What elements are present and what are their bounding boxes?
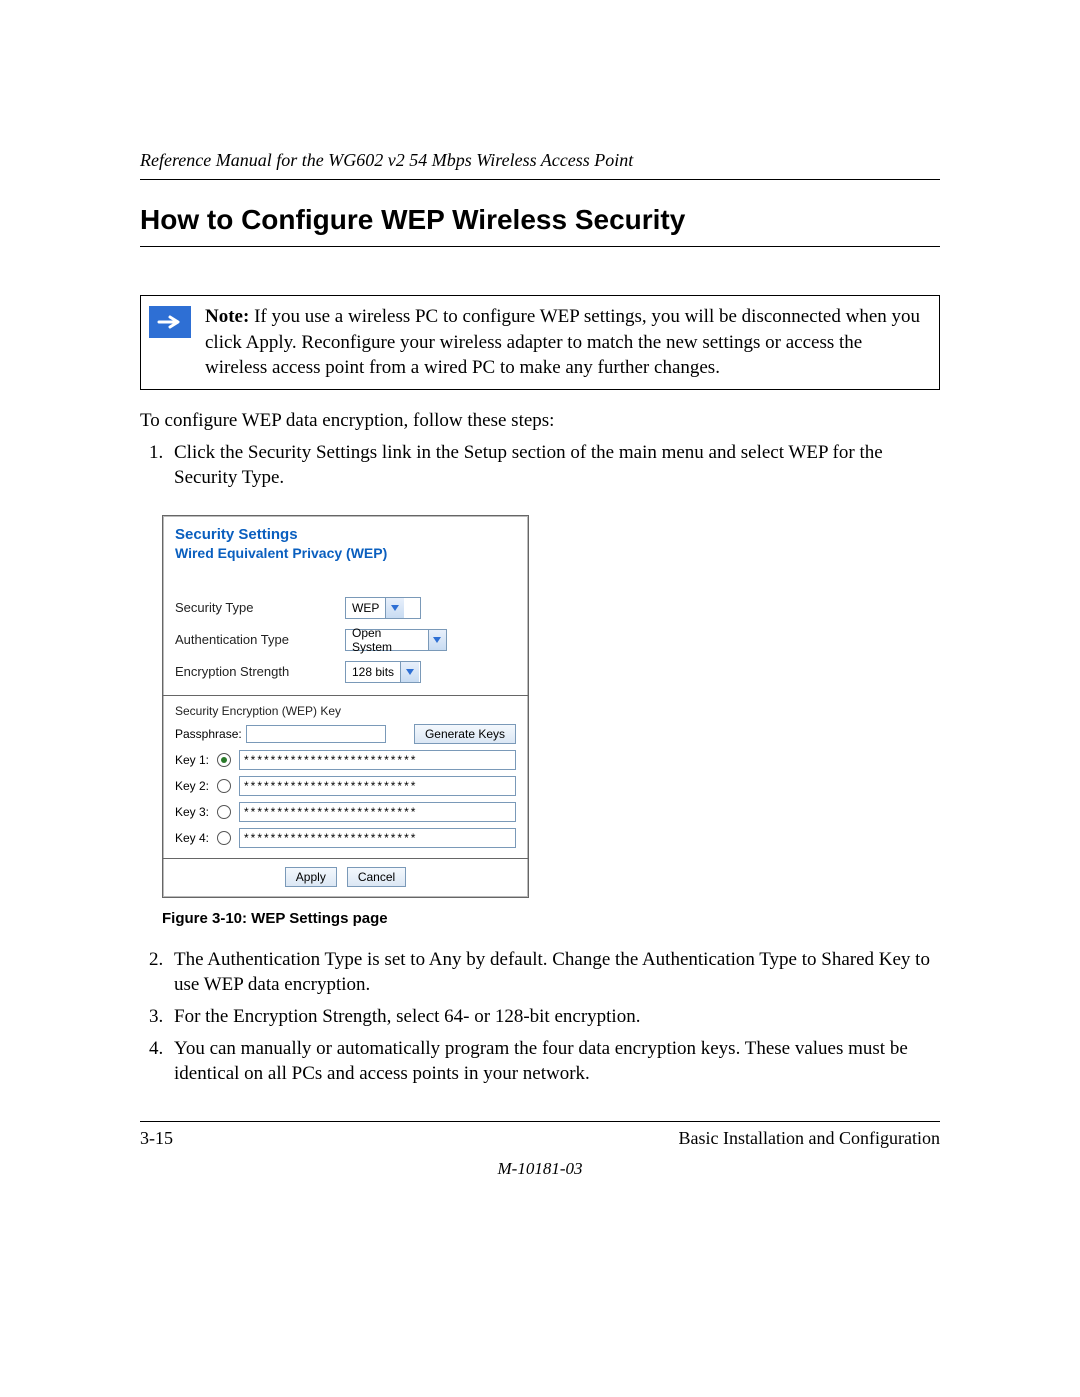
chevron-down-icon[interactable] [400,662,419,682]
security-type-value: WEP [346,601,385,615]
step-4: You can manually or automatically progra… [168,1036,940,1087]
passphrase-label: Passphrase: [175,727,242,741]
arrow-right-icon [149,306,191,338]
auth-type-value: Open System [346,626,428,654]
cancel-button[interactable]: Cancel [347,867,406,887]
enc-strength-label: Encryption Strength [175,664,345,679]
key2-label: Key 2: [175,779,215,793]
note-body: If you use a wireless PC to configure WE… [205,306,920,378]
section-title: How to Configure WEP Wireless Security [140,204,940,247]
key2-radio[interactable] [217,779,231,793]
key4-radio[interactable] [217,831,231,845]
note-text: Note: If you use a wireless PC to config… [205,304,927,381]
footer-rule [140,1121,940,1122]
security-type-select[interactable]: WEP [345,597,421,619]
sec-key-label: Security Encryption (WEP) Key [175,704,516,718]
key3-input[interactable] [239,802,516,822]
note-label: Note: [205,306,249,327]
step-3: For the Encryption Strength, select 64- … [168,1004,940,1030]
key4-input[interactable] [239,828,516,848]
steps-list-cont: The Authentication Type is set to Any by… [140,947,940,1087]
enc-strength-select[interactable]: 128 bits [345,661,421,683]
page-number: 3-15 [140,1128,173,1149]
step-2: The Authentication Type is set to Any by… [168,947,940,998]
key1-input[interactable] [239,750,516,770]
auth-type-select[interactable]: Open System [345,629,447,651]
intro-text: To configure WEP data encryption, follow… [140,408,940,434]
passphrase-input[interactable] [246,725,386,743]
wep-settings-panel: Security Settings Wired Equivalent Priva… [162,515,529,898]
key1-label: Key 1: [175,753,215,767]
auth-type-label: Authentication Type [175,632,345,647]
panel-subtitle: Wired Equivalent Privacy (WEP) [175,545,516,561]
step-1: Click the Security Settings link in the … [168,440,940,491]
chapter-title: Basic Installation and Configuration [679,1128,940,1149]
chevron-down-icon[interactable] [428,630,446,650]
security-type-label: Security Type [175,600,345,615]
steps-list: Click the Security Settings link in the … [140,440,940,491]
divider [163,695,528,696]
document-id: M-10181-03 [140,1159,940,1179]
running-header: Reference Manual for the WG602 v2 54 Mbp… [140,150,940,180]
enc-strength-value: 128 bits [346,665,400,679]
key4-label: Key 4: [175,831,215,845]
page-footer: 3-15 Basic Installation and Configuratio… [140,1128,940,1149]
apply-button[interactable]: Apply [285,867,337,887]
document-page: Reference Manual for the WG602 v2 54 Mbp… [0,0,1080,1397]
chevron-down-icon[interactable] [385,598,404,618]
key3-label: Key 3: [175,805,215,819]
generate-keys-button[interactable]: Generate Keys [414,724,516,744]
panel-title: Security Settings [175,526,516,543]
figure-caption: Figure 3-10: WEP Settings page [162,910,940,927]
key3-radio[interactable] [217,805,231,819]
note-box: Note: If you use a wireless PC to config… [140,295,940,390]
key1-radio[interactable] [217,753,231,767]
key2-input[interactable] [239,776,516,796]
